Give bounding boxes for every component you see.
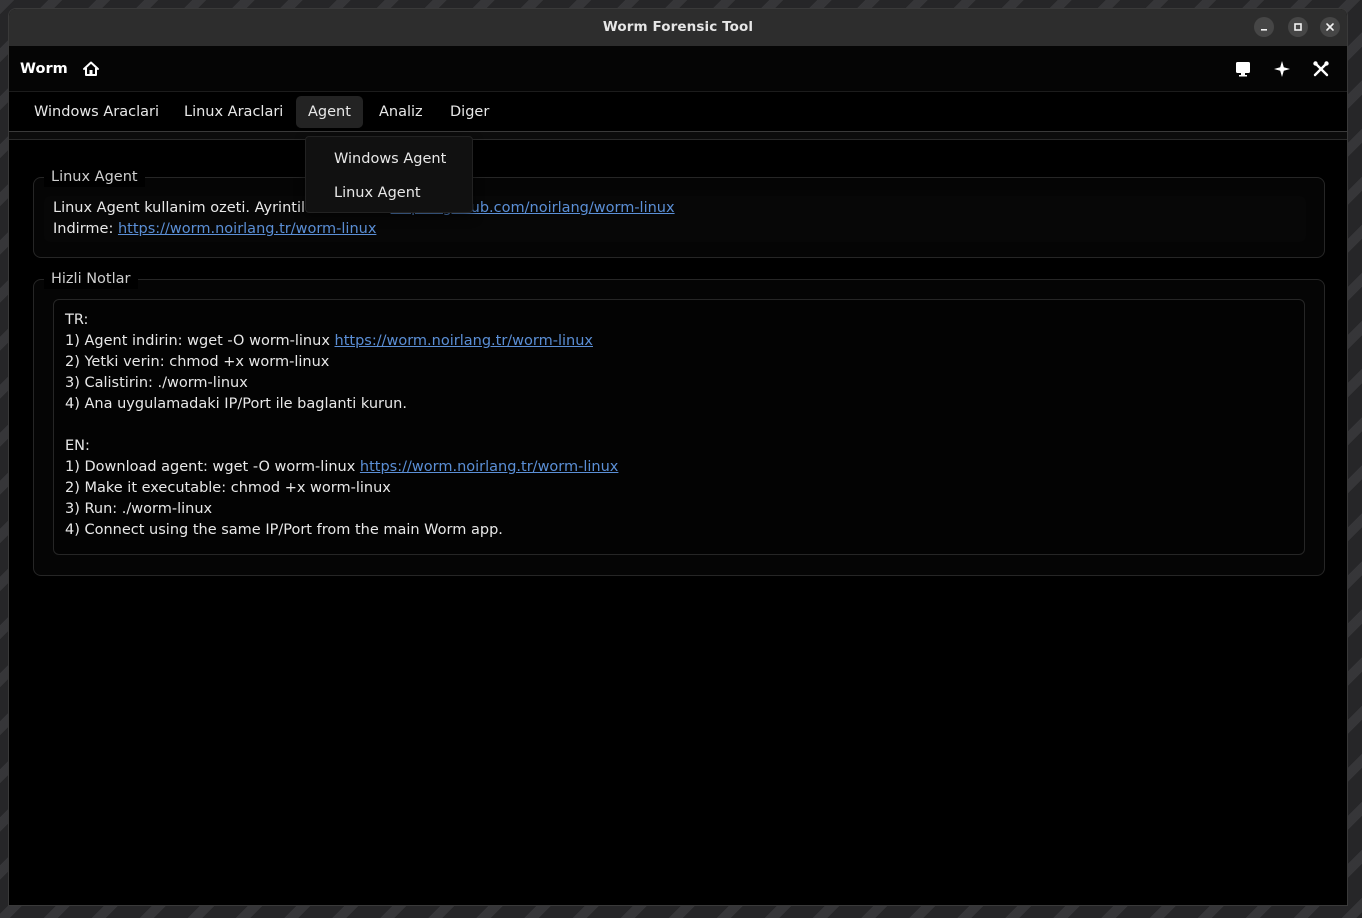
linux-agent-group: Linux Agent Linux Agent kullanim ozeti. …	[33, 167, 1325, 258]
tr-step-1: 1) Agent indirin: wget -O worm-linux	[65, 333, 335, 349]
tools-icon	[1313, 61, 1329, 77]
en-header: EN:	[65, 438, 90, 454]
minimize-icon	[1261, 29, 1267, 31]
download-link[interactable]: https://worm.noirlang.tr/worm-linux	[118, 221, 376, 237]
linux-agent-group-title: Linux Agent	[44, 167, 145, 187]
menu-agent[interactable]: Agent	[296, 96, 363, 128]
tools-button[interactable]	[1311, 59, 1331, 79]
close-button[interactable]	[1320, 17, 1340, 37]
maximize-icon	[1294, 23, 1302, 31]
monitor-icon	[1236, 62, 1250, 77]
menu-diger[interactable]: Diger	[438, 96, 501, 128]
sparkle-icon	[1274, 61, 1290, 77]
quick-notes-text[interactable]: TR: 1) Agent indirin: wget -O worm-linux…	[53, 299, 1305, 555]
dropdown-item-windows-agent[interactable]: Windows Agent	[306, 142, 472, 176]
tr-header: TR:	[65, 312, 89, 328]
en-step-2: 2) Make it executable: chmod +x worm-lin…	[65, 480, 391, 496]
tr-step-2: 2) Yetki verin: chmod +x worm-linux	[65, 354, 330, 370]
window-title: Worm Forensic Tool	[602, 19, 754, 35]
minimize-button[interactable]	[1254, 17, 1274, 37]
menu-analiz[interactable]: Analiz	[367, 96, 435, 128]
dropdown-item-linux-agent[interactable]: Linux Agent	[306, 176, 472, 210]
menu-bar: Windows Araclari Linux Araclari Agent An…	[9, 92, 1347, 132]
menu-windows-araclari[interactable]: Windows Araclari	[22, 96, 171, 128]
home-icon	[83, 61, 99, 76]
app-header: Worm	[9, 46, 1347, 92]
quick-notes-group-title: Hizli Notlar	[44, 269, 138, 289]
quick-notes-group: Hizli Notlar TR: 1) Agent indirin: wget …	[33, 269, 1325, 576]
en-step-4: 4) Connect using the same IP/Port from t…	[65, 522, 503, 538]
maximize-button[interactable]	[1288, 17, 1308, 37]
home-button[interactable]	[81, 59, 101, 79]
menu-linux-araclari[interactable]: Linux Araclari	[172, 96, 295, 128]
sparkle-button[interactable]	[1272, 59, 1292, 79]
app-window: Worm Forensic Tool Worm Windows Araclari…	[8, 8, 1348, 906]
title-bar[interactable]: Worm Forensic Tool	[9, 9, 1347, 46]
tr-step-4: 4) Ana uygulamadaki IP/Port ile baglanti…	[65, 396, 407, 412]
en-step-1: 1) Download agent: wget -O worm-linux	[65, 459, 360, 475]
agent-dropdown-menu: Windows Agent Linux Agent	[305, 136, 473, 213]
monitor-button[interactable]	[1233, 59, 1253, 79]
download-label: Indirme:	[53, 221, 118, 237]
linux-agent-summary: Linux Agent kullanim ozeti. Ayrintili do…	[44, 196, 1306, 242]
app-title: Worm	[20, 61, 68, 77]
tr-step-3: 3) Calistirin: ./worm-linux	[65, 375, 248, 391]
tr-download-link[interactable]: https://worm.noirlang.tr/worm-linux	[335, 333, 593, 349]
en-download-link[interactable]: https://worm.noirlang.tr/worm-linux	[360, 459, 618, 475]
toolbar-separator	[9, 131, 1347, 140]
close-icon	[1326, 23, 1334, 31]
en-step-3: 3) Run: ./worm-linux	[65, 501, 213, 517]
